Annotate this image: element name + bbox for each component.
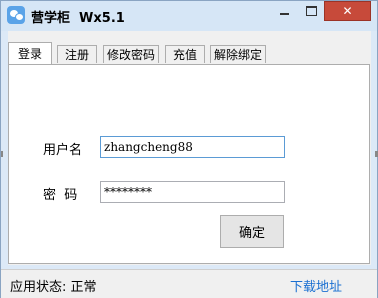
left-resize-grip[interactable] — [1, 151, 3, 157]
app-status-text: 应用状态: 正常 — [10, 280, 97, 295]
password-input[interactable]: ******** — [100, 181, 285, 203]
app-window: 营学柜 Wx5.1 ✕ 登录 注册 修改密码 充值 解除绑定 用户名 zhang… — [0, 0, 378, 298]
title-bar[interactable]: 营学柜 Wx5.1 ✕ — [1, 1, 377, 31]
minimize-icon — [280, 13, 289, 15]
client-area: 登录 注册 修改密码 充值 解除绑定 用户名 zhangcheng88 密 码 … — [8, 31, 371, 265]
login-panel: 用户名 zhangcheng88 密 码 ******** 确定 — [8, 64, 370, 264]
status-bar: 应用状态: 正常 下载地址 — [1, 269, 377, 298]
close-button[interactable]: ✕ — [324, 1, 371, 21]
app-chat-icon — [7, 6, 25, 24]
maximize-button[interactable] — [298, 1, 324, 21]
password-label: 密 码 — [43, 188, 78, 203]
minimize-button[interactable] — [271, 1, 298, 21]
maximize-icon — [305, 6, 317, 16]
tab-strip: 登录 注册 修改密码 充值 解除绑定 — [8, 42, 371, 64]
download-link[interactable]: 下载地址 — [290, 276, 342, 295]
window-title: 营学柜 Wx5.1 — [31, 11, 125, 26]
tab-unbind[interactable]: 解除绑定 — [210, 45, 266, 63]
username-label: 用户名 — [43, 143, 83, 158]
tab-recharge[interactable]: 充值 — [165, 45, 205, 63]
tab-login[interactable]: 登录 — [8, 42, 52, 64]
tab-change-password[interactable]: 修改密码 — [103, 45, 159, 63]
username-input[interactable]: zhangcheng88 — [100, 136, 285, 158]
close-icon: ✕ — [342, 4, 353, 18]
tab-register[interactable]: 注册 — [57, 45, 97, 63]
confirm-button[interactable]: 确定 — [220, 215, 284, 248]
